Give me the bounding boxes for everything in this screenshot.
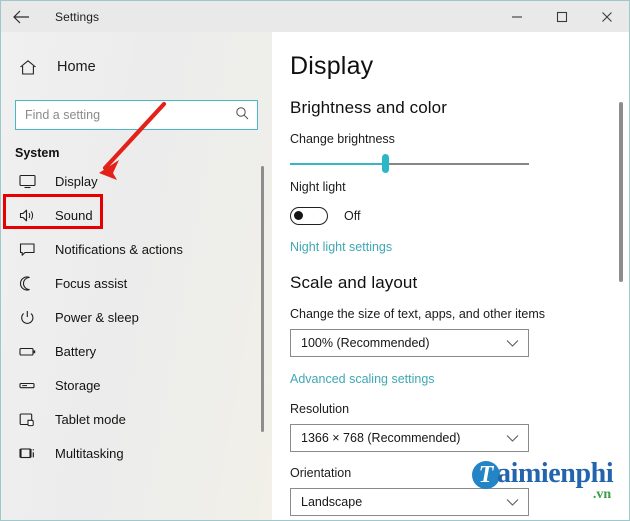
slider-thumb[interactable] <box>382 154 389 173</box>
sidebar-item-tablet-mode[interactable]: Tablet mode <box>1 402 272 436</box>
page-title: Display <box>290 52 374 80</box>
window-title: Settings <box>55 9 100 24</box>
orientation-value: Landscape <box>301 495 363 509</box>
search-box[interactable] <box>15 100 258 130</box>
sidebar-item-notifications[interactable]: Notifications & actions <box>1 232 272 266</box>
resolution-value: 1366 × 768 (Recommended) <box>301 431 461 445</box>
battery-icon <box>19 344 41 359</box>
notification-icon <box>19 242 41 257</box>
sidebar-scrollbar[interactable] <box>261 166 264 432</box>
minimize-button[interactable] <box>494 1 539 32</box>
brightness-slider[interactable] <box>290 154 529 173</box>
sidebar-label-tablet-mode: Tablet mode <box>55 411 126 427</box>
orientation-dropdown[interactable]: Landscape <box>290 488 529 516</box>
close-button[interactable] <box>584 1 629 32</box>
sidebar: Home System Display <box>1 32 272 520</box>
resolution-label: Resolution <box>290 402 350 416</box>
night-light-label: Night light <box>290 180 346 194</box>
sidebar-label-power-sleep: Power & sleep <box>55 309 139 325</box>
main-scrollbar-thumb[interactable] <box>619 102 623 282</box>
back-arrow-icon <box>12 10 30 24</box>
sidebar-item-power-sleep[interactable]: Power & sleep <box>1 300 272 334</box>
monitor-icon <box>19 174 41 189</box>
settings-window: Settings Home Find a setting System Disp… <box>0 0 630 521</box>
window-controls <box>494 1 629 32</box>
storage-icon <box>19 378 41 393</box>
scale-value: 100% (Recommended) <box>301 336 430 350</box>
advanced-scaling-settings-link[interactable]: Advanced scaling settings <box>290 372 435 386</box>
slider-fill <box>290 163 385 165</box>
tablet-icon <box>19 412 41 427</box>
sidebar-item-multitasking[interactable]: Multitasking <box>1 436 272 470</box>
home-label: Home <box>57 59 96 75</box>
maximize-icon <box>556 11 568 23</box>
chevron-down-icon <box>506 434 519 443</box>
sidebar-label-sound: Sound <box>55 207 93 223</box>
sidebar-group-title: System <box>15 146 60 160</box>
sidebar-label-notifications: Notifications & actions <box>55 241 183 257</box>
sidebar-item-battery[interactable]: Battery <box>1 334 272 368</box>
orientation-label: Orientation <box>290 466 352 480</box>
sidebar-label-storage: Storage <box>55 377 101 393</box>
sidebar-label-battery: Battery <box>55 343 97 359</box>
night-light-toggle[interactable] <box>290 207 328 225</box>
speaker-icon <box>19 208 41 223</box>
maximize-button[interactable] <box>539 1 584 32</box>
night-light-state: Off <box>344 209 361 223</box>
resolution-dropdown[interactable]: 1366 × 768 (Recommended) <box>290 424 529 452</box>
search-icon[interactable] <box>235 106 249 125</box>
main-content: Display Brightness and color Change brig… <box>272 32 629 520</box>
chevron-down-icon <box>506 498 519 507</box>
sidebar-item-sound[interactable]: Sound <box>1 198 272 232</box>
change-brightness-label: Change brightness <box>290 132 395 146</box>
scale-label: Change the size of text, apps, and other… <box>290 307 546 321</box>
sidebar-item-focus-assist[interactable]: Focus assist <box>1 266 272 300</box>
toggle-knob <box>294 211 303 220</box>
sidebar-label-multitasking: Multitasking <box>55 445 124 461</box>
title-bar: Settings <box>1 1 629 32</box>
night-light-settings-link[interactable]: Night light settings <box>290 240 392 254</box>
minimize-icon <box>511 11 523 23</box>
moon-icon <box>19 275 41 291</box>
main-scrollbar-track[interactable] <box>619 32 626 520</box>
back-button[interactable] <box>1 1 41 32</box>
power-icon <box>19 310 41 325</box>
close-icon <box>601 11 613 23</box>
sidebar-item-storage[interactable]: Storage <box>1 368 272 402</box>
sidebar-item-home[interactable]: Home <box>1 48 272 86</box>
sidebar-item-display[interactable]: Display <box>1 164 272 198</box>
section-scale-and-layout: Scale and layout <box>290 273 418 292</box>
night-light-toggle-row: Off <box>290 207 629 225</box>
sidebar-label-focus-assist: Focus assist <box>55 275 128 291</box>
multitasking-icon <box>19 446 41 461</box>
scale-dropdown[interactable]: 100% (Recommended) <box>290 329 529 357</box>
home-icon <box>19 59 43 76</box>
sidebar-label-display: Display <box>55 173 98 189</box>
search-input[interactable] <box>16 102 232 128</box>
chevron-down-icon <box>506 339 519 348</box>
section-brightness-and-color: Brightness and color <box>290 98 447 117</box>
